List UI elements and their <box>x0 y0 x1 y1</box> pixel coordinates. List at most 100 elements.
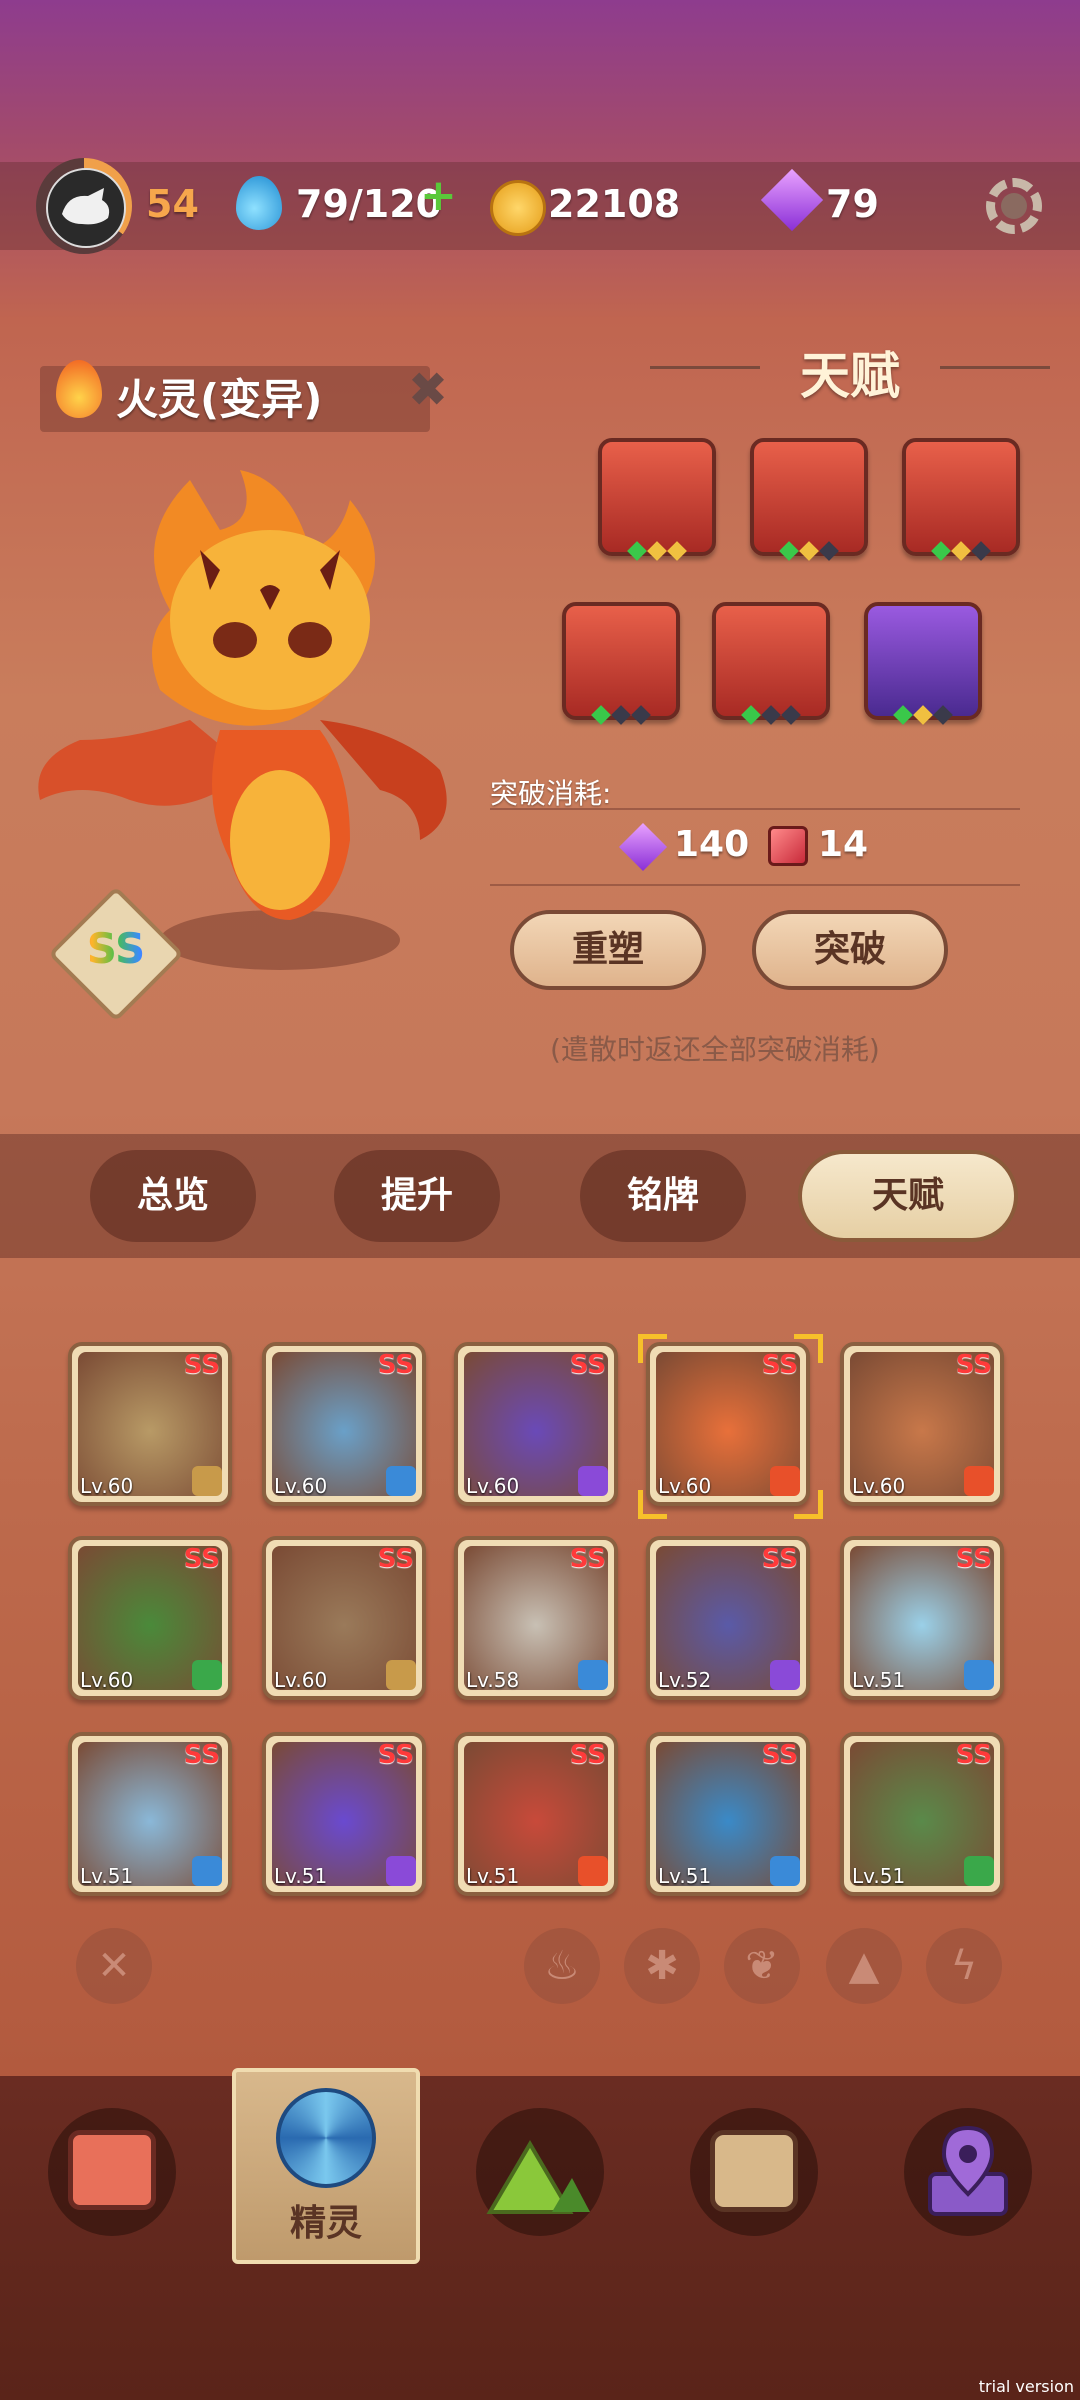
pet-level: Lv.51 <box>274 1864 328 1888</box>
talent-level-dots <box>726 705 816 726</box>
chest-icon <box>710 2130 798 2212</box>
tab-upgrade[interactable]: 提升 <box>334 1150 500 1242</box>
talent-fang-icon[interactable] <box>902 438 1020 556</box>
trial-watermark: trial version <box>978 2377 1074 2396</box>
rhino-icon <box>62 188 110 225</box>
pet-card[interactable]: SS Lv.51 <box>262 1732 426 1896</box>
breakthrough-button[interactable]: 突破 <box>752 910 948 990</box>
talent-dot <box>631 705 651 725</box>
earth-element-icon <box>386 1660 416 1690</box>
talent-dot <box>627 541 647 561</box>
pet-rank: SS <box>183 1350 220 1380</box>
pet-level: Lv.60 <box>852 1474 906 1498</box>
leaf-filter-icon[interactable]: ❦ <box>724 1928 800 2004</box>
reset-button[interactable]: 重塑 <box>510 910 706 990</box>
pet-card[interactable]: SS Lv.51 <box>68 1732 232 1896</box>
pet-card[interactable]: SS Lv.51 <box>840 1732 1004 1896</box>
gem-icon <box>618 822 668 872</box>
selection-corner <box>794 1334 823 1363</box>
fire-filter-icon[interactable]: ♨ <box>524 1928 600 2004</box>
pet-level: Lv.51 <box>80 1864 134 1888</box>
rank-badge-text: SS <box>68 924 164 973</box>
fire-element-icon <box>964 1466 994 1496</box>
talent-dot <box>893 705 913 725</box>
pet-rank: SS <box>377 1544 414 1574</box>
tab-overview[interactable]: 总览 <box>90 1150 256 1242</box>
ice-element-icon <box>964 1660 994 1690</box>
coin-icon <box>490 180 546 236</box>
ice-element-icon <box>386 1466 416 1496</box>
pet-level: Lv.52 <box>658 1668 712 1692</box>
map-pin-icon <box>928 2125 1008 2216</box>
lightning-filter-icon[interactable]: ϟ <box>926 1928 1002 2004</box>
tab-talent[interactable]: 天赋 <box>798 1150 1018 1242</box>
pet-card[interactable]: SS Lv.60 <box>262 1536 426 1700</box>
gem-value: 79 <box>826 182 879 226</box>
pet-rank: SS <box>761 1740 798 1770</box>
selection-corner <box>638 1334 667 1363</box>
ice-element-icon <box>192 1856 222 1886</box>
grass-element-icon <box>964 1856 994 1886</box>
player-avatar[interactable] <box>46 168 126 248</box>
pet-level: Lv.60 <box>274 1474 328 1498</box>
talent-lightning-icon[interactable] <box>864 602 982 720</box>
talent-spiral-icon[interactable] <box>598 438 716 556</box>
ice-element-icon <box>770 1856 800 1886</box>
talent-slash-icon[interactable] <box>712 602 830 720</box>
pet-level: Lv.51 <box>852 1668 906 1692</box>
talent-dot <box>761 705 781 725</box>
pet-card[interactable]: SS Lv.60 <box>840 1342 1004 1506</box>
pet-rank: SS <box>377 1350 414 1380</box>
talent-dot <box>667 541 687 561</box>
cost-label: 突破消耗: <box>490 777 612 810</box>
talent-title: 天赋 <box>800 347 900 405</box>
pet-level: Lv.60 <box>80 1668 134 1692</box>
talent-dot <box>611 705 631 725</box>
pet-rank: SS <box>183 1740 220 1770</box>
pet-card[interactable]: SS Lv.51 <box>454 1732 618 1896</box>
pet-rank: SS <box>569 1740 606 1770</box>
cost-gems: 140 <box>674 824 750 865</box>
pet-rank: SS <box>569 1350 606 1380</box>
snowflake-filter-icon[interactable]: ✱ <box>624 1928 700 2004</box>
add-energy-button[interactable]: + <box>420 170 457 221</box>
talent-dot <box>591 705 611 725</box>
earth-element-icon <box>192 1466 222 1496</box>
selection-corner <box>794 1490 823 1519</box>
pet-card[interactable]: SS Lv.52 <box>646 1536 810 1700</box>
grass-element-icon <box>192 1660 222 1690</box>
talent-heart-icon[interactable] <box>750 438 868 556</box>
pet-card[interactable]: SS Lv.60 <box>454 1342 618 1506</box>
pet-card[interactable]: SS Lv.51 <box>646 1732 810 1896</box>
pet-level: Lv.60 <box>274 1668 328 1692</box>
pet-card[interactable]: SS Lv.60 <box>68 1342 232 1506</box>
thunder-element-icon <box>386 1856 416 1886</box>
talent-dot <box>931 541 951 561</box>
tab-nameplate[interactable]: 铭牌 <box>580 1150 746 1242</box>
pet-card[interactable]: SS Lv.60 <box>646 1342 810 1506</box>
close-icon[interactable]: ✖ <box>404 366 452 414</box>
nav-spirits-label: 精灵 <box>289 2203 362 2244</box>
talent-dot <box>933 705 953 725</box>
clear-filter-button[interactable]: ✕ <box>76 1928 152 2004</box>
talent-dot <box>779 541 799 561</box>
pet-rank: SS <box>569 1544 606 1574</box>
talent-level-dots <box>878 705 968 726</box>
talent-dot <box>971 541 991 561</box>
talent-book-icon <box>768 826 808 866</box>
pet-card[interactable]: SS Lv.60 <box>68 1536 232 1700</box>
thunder-element-icon <box>770 1660 800 1690</box>
pet-card[interactable]: SS Lv.51 <box>840 1536 1004 1700</box>
talent-dot <box>951 541 971 561</box>
talent-level-dots <box>576 705 666 726</box>
talent-broken-heart-icon[interactable] <box>562 602 680 720</box>
talent-level-dots <box>612 541 702 562</box>
fire-element-icon <box>578 1856 608 1886</box>
pet-level: Lv.60 <box>466 1474 520 1498</box>
cost-divider <box>490 808 1020 810</box>
rock-filter-icon[interactable]: ▲ <box>826 1928 902 2004</box>
talent-dot <box>913 705 933 725</box>
talent-dot <box>781 705 801 725</box>
pet-card[interactable]: SS Lv.60 <box>262 1342 426 1506</box>
pet-card[interactable]: SS Lv.58 <box>454 1536 618 1700</box>
